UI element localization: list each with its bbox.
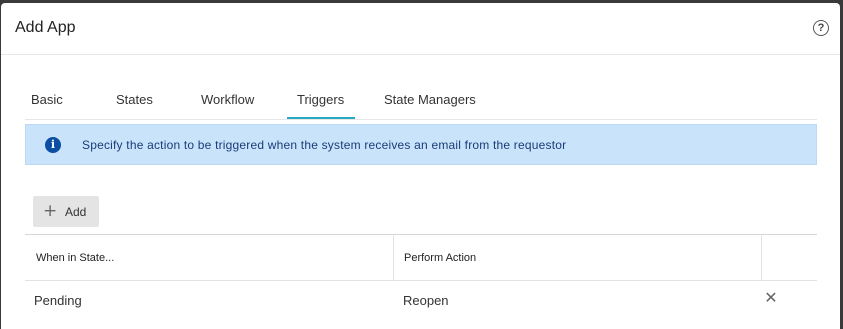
info-icon: i xyxy=(45,137,61,153)
cell-action: Reopen xyxy=(403,293,449,308)
triggers-table: When in State... Perform Action Pending … xyxy=(25,234,817,329)
column-divider xyxy=(393,235,394,280)
help-icon[interactable]: ? xyxy=(813,20,829,36)
tab-state-managers[interactable]: State Managers xyxy=(384,89,476,119)
tab-bar: Basic States Workflow Triggers State Man… xyxy=(25,89,817,120)
tab-basic[interactable]: Basic xyxy=(31,89,63,119)
info-banner: i Specify the action to be triggered whe… xyxy=(25,124,817,165)
tab-states[interactable]: States xyxy=(116,89,153,119)
dialog-title: Add App xyxy=(15,19,76,36)
tab-triggers[interactable]: Triggers xyxy=(287,89,355,119)
add-button-label: Add xyxy=(65,205,87,219)
add-button[interactable]: + Add xyxy=(33,196,99,227)
plus-icon: + xyxy=(43,201,58,221)
column-header-when-in-state: When in State... xyxy=(36,252,115,264)
info-banner-text: Specify the action to be triggered when … xyxy=(82,138,567,152)
column-divider xyxy=(761,235,762,280)
cell-state: Pending xyxy=(34,293,82,308)
table-header: When in State... Perform Action xyxy=(25,235,817,281)
add-app-dialog: Add App ? Basic States Workflow Triggers… xyxy=(1,3,840,329)
column-header-perform-action: Perform Action xyxy=(404,252,477,264)
close-icon[interactable]: ✕ xyxy=(763,290,779,306)
dialog-header: Add App ? xyxy=(1,3,840,55)
tab-workflow[interactable]: Workflow xyxy=(201,89,254,119)
table-row: Pending Reopen ✕ xyxy=(25,281,817,321)
